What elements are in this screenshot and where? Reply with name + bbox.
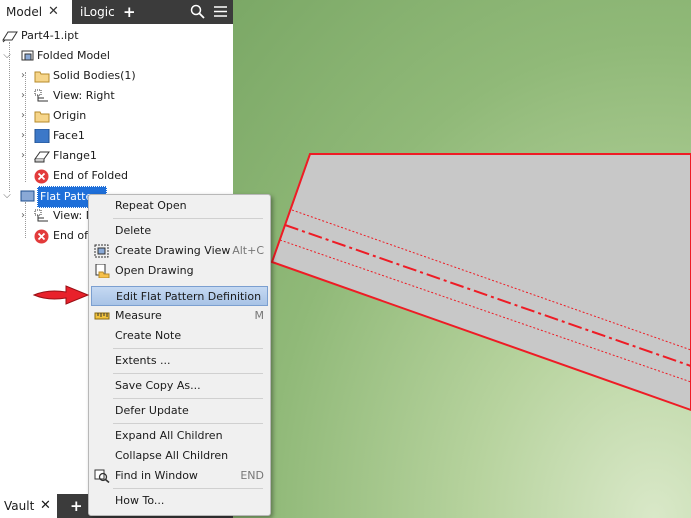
search-icon[interactable]	[190, 4, 205, 22]
menu-item-label: Find in Window	[115, 469, 198, 482]
menu-separator	[113, 423, 263, 424]
menu-item-label: Create Drawing View	[115, 244, 231, 257]
tree-item-label: Part4-1.ipt	[21, 29, 79, 42]
menu-item-measure[interactable]: Measure M	[91, 306, 268, 326]
menu-item-label: How To...	[115, 494, 165, 507]
menu-item-label: Create Note	[115, 329, 182, 342]
menu-item-label: Save Copy As...	[115, 379, 201, 392]
folder-icon	[34, 109, 50, 123]
menu-item-collapse-all-children[interactable]: Collapse All Children	[91, 446, 268, 466]
menu-icon[interactable]	[214, 5, 227, 21]
tab-ilogic[interactable]: iLogic	[80, 0, 115, 24]
tab-vault-label: Vault	[4, 499, 35, 513]
chevron-right-icon[interactable]: ›	[18, 86, 28, 106]
folder-icon	[34, 69, 50, 83]
tab-vault-close-icon[interactable]: ✕	[40, 494, 51, 518]
menu-item-extents[interactable]: Extents ...	[91, 351, 268, 371]
menu-item-delete[interactable]: Delete	[91, 221, 268, 241]
flat-pattern-icon	[20, 189, 35, 203]
chevron-right-icon[interactable]: ›	[18, 66, 28, 86]
menu-item-label: Defer Update	[115, 404, 189, 417]
menu-item-label: Extents ...	[115, 354, 171, 367]
tab-model-label: Model	[6, 5, 43, 19]
tab-vault[interactable]: Vault ✕	[0, 494, 57, 518]
error-icon	[34, 169, 49, 184]
menu-item-label: Measure	[115, 309, 162, 322]
menu-item-save-copy-as[interactable]: Save Copy As...	[91, 376, 268, 396]
menu-item-edit-flat-pattern-definition[interactable]: Edit Flat Pattern Definition	[91, 286, 268, 306]
open-drawing-icon	[94, 263, 110, 285]
menu-item-create-drawing-view[interactable]: Create Drawing View Alt+C	[91, 241, 268, 261]
tab-model-close-icon[interactable]: ✕	[48, 0, 59, 24]
menu-separator	[113, 488, 263, 489]
menu-item-label: Repeat Open	[115, 199, 187, 212]
view-icon	[34, 209, 49, 223]
menu-item-label: Expand All Children	[115, 429, 223, 442]
sheet-metal-flat-pattern-view	[270, 153, 691, 412]
graphics-viewport[interactable]	[233, 0, 691, 518]
menu-item-label: Delete	[115, 224, 152, 237]
folded-model-icon	[20, 49, 35, 63]
menu-separator	[113, 348, 263, 349]
menu-item-shortcut: M	[254, 309, 265, 322]
menu-item-find-in-window[interactable]: Find in Window END	[91, 466, 268, 486]
red-arrow	[32, 285, 90, 305]
tree-item-label: Origin	[53, 109, 87, 122]
chevron-right-icon[interactable]: ›	[18, 126, 28, 146]
add-tab-button[interactable]: +	[123, 0, 136, 24]
menu-item-expand-all-children[interactable]: Expand All Children	[91, 426, 268, 446]
chevron-down-icon[interactable]: ⌵	[2, 46, 12, 66]
context-menu: Repeat Open Delete Create Drawing View A…	[88, 194, 271, 516]
find-in-window-icon	[94, 469, 110, 490]
menu-item-create-note[interactable]: Create Note	[91, 326, 268, 346]
face-icon	[34, 128, 50, 144]
chevron-right-icon[interactable]: ›	[18, 146, 28, 166]
tree-item-label: View: Right	[53, 89, 115, 102]
chevron-right-icon[interactable]: ›	[18, 106, 28, 126]
tree-item-label: Flange1	[53, 149, 97, 162]
menu-item-shortcut: END	[240, 469, 264, 482]
tree-item-label: Folded Model	[37, 49, 110, 62]
chevron-down-icon[interactable]: ⌵	[2, 186, 12, 206]
menu-item-how-to[interactable]: How To...	[91, 491, 268, 511]
browser-tab-bar: Model ✕ iLogic +	[0, 0, 233, 24]
tree-item-label: Solid Bodies(1)	[53, 69, 136, 82]
menu-separator	[113, 398, 263, 399]
part-icon	[2, 29, 18, 43]
menu-item-label: Edit Flat Pattern Definition	[116, 290, 262, 303]
menu-separator	[113, 373, 263, 374]
menu-item-shortcut: Alt+C	[232, 244, 264, 257]
menu-item-label: Collapse All Children	[115, 449, 229, 462]
tree-item-label: End of Folded	[53, 169, 128, 182]
menu-item-repeat-open[interactable]: Repeat Open	[91, 196, 268, 216]
view-icon	[34, 89, 49, 103]
flat-pattern-face	[270, 153, 691, 412]
menu-separator	[113, 218, 263, 219]
add-bottom-tab-button[interactable]: +	[70, 494, 83, 518]
menu-item-open-drawing[interactable]: Open Drawing	[91, 261, 268, 281]
flange-icon	[34, 149, 50, 163]
menu-item-label: Open Drawing	[115, 264, 194, 277]
tab-model[interactable]: Model ✕	[0, 0, 72, 24]
error-icon	[34, 229, 49, 244]
chevron-right-icon[interactable]: ›	[18, 206, 28, 226]
menu-item-defer-update[interactable]: Defer Update	[91, 401, 268, 421]
tree-item-label: Face1	[53, 129, 85, 142]
